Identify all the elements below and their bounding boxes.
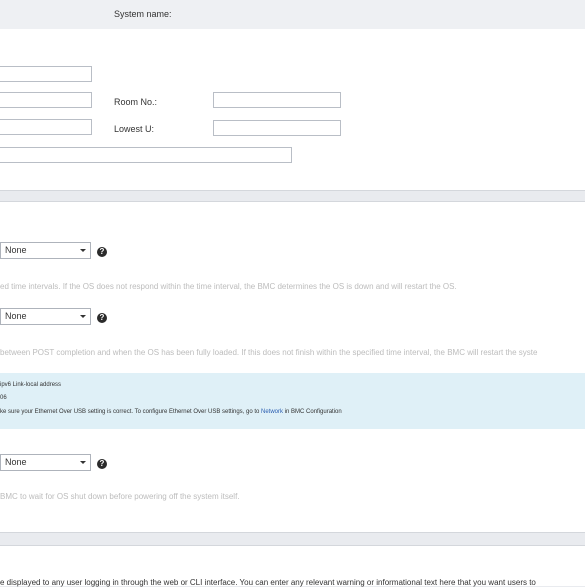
- ethernet-over-usb-info: ipv6 Link-local address 06 ke sure your …: [0, 373, 585, 429]
- info-line-ipv6: ipv6 Link-local address: [0, 382, 62, 388]
- lowest-u-label: Lowest U:: [114, 124, 155, 134]
- login-message-section: e displayed to any user logging in throu…: [0, 545, 585, 587]
- location-section: Room No.: Lowest U:: [0, 29, 585, 191]
- help-icon[interactable]: ?: [97, 313, 107, 323]
- help-icon[interactable]: ?: [97, 247, 107, 257]
- login-message-description: e displayed to any user logging in throu…: [0, 578, 536, 587]
- power-off-delay-description: BMC to wait for OS shut down before powe…: [0, 492, 240, 501]
- chevron-down-icon: [80, 461, 86, 464]
- location-field-2[interactable]: [0, 92, 92, 108]
- system-name-label: System name:: [114, 9, 172, 19]
- room-no-input[interactable]: [213, 92, 341, 108]
- loader-watchdog-select-value: None: [5, 311, 27, 321]
- info-line-network: ke sure your Ethernet Over USB setting i…: [0, 409, 342, 415]
- chevron-down-icon: [80, 315, 86, 318]
- location-address-field[interactable]: [0, 147, 292, 163]
- watchdog-section: None ? ed time intervals. If the OS does…: [0, 201, 585, 533]
- os-watchdog-description: ed time intervals. If the OS does not re…: [0, 282, 457, 291]
- help-icon[interactable]: ?: [97, 459, 107, 469]
- loader-watchdog-description: between POST completion and when the OS …: [0, 348, 538, 357]
- lowest-u-input[interactable]: [213, 120, 341, 136]
- os-watchdog-select-value: None: [5, 245, 27, 255]
- power-off-delay-select-value: None: [5, 457, 27, 467]
- loader-watchdog-select[interactable]: None: [0, 308, 91, 325]
- chevron-down-icon: [80, 249, 86, 252]
- os-watchdog-select[interactable]: None: [0, 242, 91, 259]
- network-link[interactable]: Network: [261, 409, 283, 415]
- power-off-delay-select[interactable]: None: [0, 454, 91, 471]
- system-info-header: System name:: [0, 0, 585, 29]
- info-text: ke sure your Ethernet Over USB setting i…: [0, 409, 262, 415]
- info-text-suffix: in BMC Configuration: [283, 409, 342, 415]
- room-no-label: Room No.:: [114, 97, 158, 107]
- location-field-1[interactable]: [0, 66, 92, 82]
- location-field-3[interactable]: [0, 119, 92, 135]
- info-line-2: 06: [0, 395, 7, 401]
